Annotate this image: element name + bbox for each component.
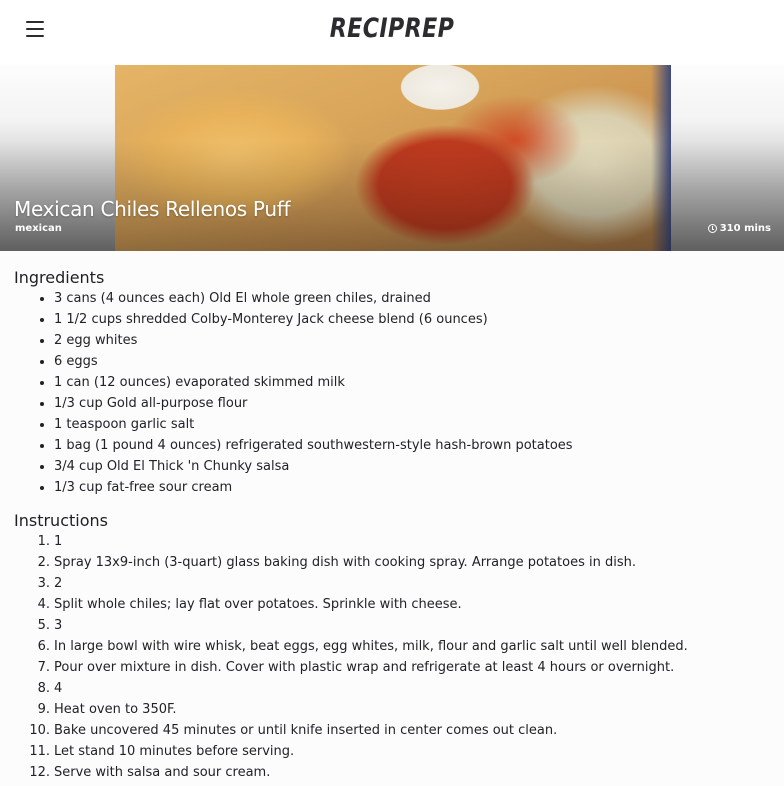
ingredients-list: 3 cans (4 ounces each) Old El whole gree… [14, 288, 784, 498]
recipe-time-label: 310 mins [719, 223, 771, 234]
step-text: Heat oven to 350F. [54, 702, 177, 717]
ingredient-item: 1 bag (1 pound 4 ounces) refrigerated so… [54, 435, 784, 456]
instructions-list: 1. 1 2. Spray 13x9-inch (3-quart) glass ba… [14, 531, 784, 783]
instruction-step: 9. Heat oven to 350F. [14, 699, 784, 720]
step-text: 1 [54, 534, 63, 549]
ingredient-item: 3/4 cup Old El Thick 'n Chunky salsa [54, 456, 784, 477]
step-text: 3 [54, 618, 63, 633]
clock-icon [707, 224, 717, 233]
instruction-step: 1. 1 [14, 531, 784, 552]
instructions-heading: Instructions [14, 511, 108, 530]
ingredients-section: Ingredients 3 cans (4 ounces each) Old E… [0, 268, 784, 498]
hamburger-menu-icon[interactable] [26, 21, 44, 37]
instruction-step: 8. 4 [14, 678, 784, 699]
step-text: Serve with salsa and sour cream. [54, 765, 271, 780]
instruction-step: 6. In large bowl with wire whisk, beat eg… [14, 636, 784, 657]
step-text: Bake uncovered 45 minutes or until knife… [54, 723, 558, 738]
ingredients-heading: Ingredients [14, 268, 105, 287]
recipe-time: 310 mins [707, 223, 771, 234]
ingredient-item: 6 eggs [54, 351, 784, 372]
step-text: 4 [54, 681, 63, 696]
recipe-cuisine: mexican [15, 223, 62, 234]
step-text: Spray 13x9-inch (3-quart) glass baking d… [54, 555, 636, 570]
step-number: 8. [37, 681, 50, 696]
ingredient-item: 1/3 cup fat-free sour cream [54, 477, 784, 498]
step-number: 4. [37, 597, 50, 612]
instruction-step: 3. 2 [14, 573, 784, 594]
step-text: Pour over mixture in dish. Cover with pl… [54, 660, 675, 675]
step-text: 2 [54, 576, 63, 591]
instruction-step: 4. Split whole chiles; lay flat over pota… [14, 594, 784, 615]
instruction-step: 11. Let stand 10 minutes before serving. [14, 741, 784, 762]
instruction-step: 10. Bake uncovered 45 minutes or until kn… [14, 720, 784, 741]
ingredient-item: 1 1/2 cups shredded Colby-Monterey Jack … [54, 309, 784, 330]
instruction-step: 7. Pour over mixture in dish. Cover with … [14, 657, 784, 678]
recipe-title: Mexican Chiles Rellenos Puff [14, 197, 291, 221]
step-number: 6. [37, 639, 50, 654]
ingredient-item: 3 cans (4 ounces each) Old El whole gree… [54, 288, 784, 309]
instruction-step: 2. Spray 13x9-inch (3-quart) glass baking… [14, 552, 784, 573]
app-header: RECIPREP [0, 0, 784, 65]
ingredient-item: 1 can (12 ounces) evaporated skimmed mil… [54, 372, 784, 393]
step-number: 9. [37, 702, 50, 717]
step-number: 12. [29, 765, 50, 780]
ingredient-item: 1 teaspoon garlic salt [54, 414, 784, 435]
step-text: In large bowl with wire whisk, beat eggs… [54, 639, 688, 654]
app-logo[interactable]: RECIPREP [71, 13, 714, 44]
step-number: 1. [37, 534, 50, 549]
step-number: 11. [29, 744, 50, 759]
instruction-step: 12. Serve with salsa and sour cream. [14, 762, 784, 783]
step-number: 3. [37, 576, 50, 591]
instructions-section: Instructions 1. 1 2. Spray 13x9-inch (3-qu… [0, 511, 784, 783]
step-text: Split whole chiles; lay flat over potato… [54, 597, 462, 612]
step-number: 5. [37, 618, 50, 633]
step-text: Let stand 10 minutes before serving. [54, 744, 295, 759]
step-number: 7. [37, 660, 50, 675]
hero-overlay [0, 141, 784, 251]
ingredient-item: 2 egg whites [54, 330, 784, 351]
instruction-step: 5. 3 [14, 615, 784, 636]
step-number: 10. [29, 723, 50, 738]
recipe-hero: Mexican Chiles Rellenos Puff mexican 310… [0, 65, 784, 251]
ingredient-item: 1/3 cup Gold all-purpose flour [54, 393, 784, 414]
step-number: 2. [37, 555, 50, 570]
